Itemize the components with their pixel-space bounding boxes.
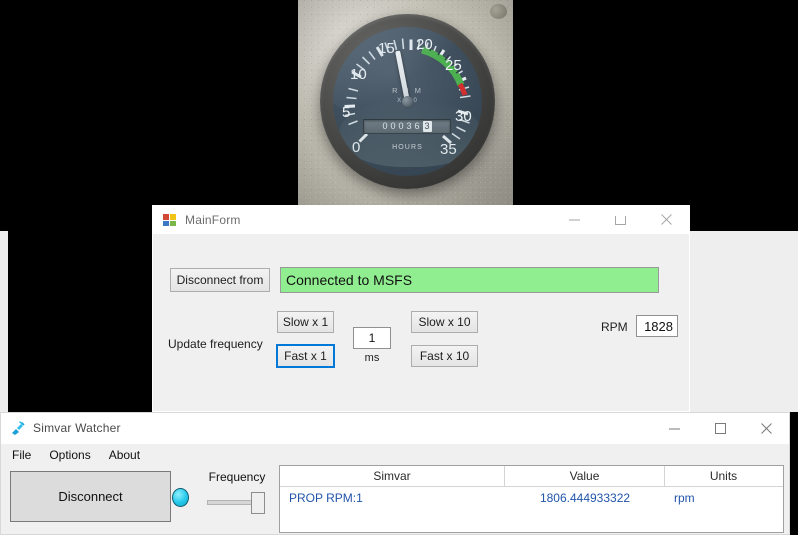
simvar-menubar: File Options About [1, 444, 789, 465]
menu-options[interactable]: Options [49, 448, 90, 462]
simvar-titlebar[interactable]: Simvar Watcher [1, 413, 789, 444]
update-frequency-label: Update frequency [168, 337, 263, 351]
frequency-slider-thumb[interactable] [251, 492, 265, 514]
disconnect-button[interactable]: Disconnect [10, 471, 171, 522]
grid-header-simvar[interactable]: Simvar [280, 466, 505, 486]
grid-header-value[interactable]: Value [505, 466, 665, 486]
simvar-grid: Simvar Value Units PROP RPM:1 1806.44493… [280, 465, 784, 533]
frequency-slider[interactable] [201, 491, 273, 513]
connection-status-text: Connected to MSFS [281, 272, 412, 288]
mainform-titlebar[interactable]: MainForm [153, 205, 689, 234]
cell-simvar: PROP RPM:1 [280, 491, 505, 505]
gauge-face: 0 5 10 15 20 25 30 35 R P M X 100 0 [333, 27, 482, 176]
menu-file[interactable]: File [12, 448, 31, 462]
simvar-minimize-icon[interactable] [651, 414, 697, 443]
blue-plug-icon [10, 420, 26, 436]
mainform-window-controls [551, 205, 689, 234]
frequency-control-group: Frequency [201, 470, 273, 513]
connection-led-indicator [172, 488, 189, 507]
grid-header-row: Simvar Value Units [280, 466, 783, 487]
mainform-maximize-icon[interactable] [597, 205, 643, 234]
mainform-body: Disconnect from Connected to MSFS Update… [153, 234, 689, 411]
mainform-window: MainForm Disconnect from Connected to MS… [152, 205, 690, 412]
desktop-background-left [0, 231, 8, 412]
gauge-glass-reflection-lower [339, 99, 482, 168]
cell-units: rpm [665, 491, 782, 505]
desktop-background-right [690, 231, 798, 412]
frequency-label: Frequency [201, 470, 273, 484]
visual-studio-form-icon [162, 212, 178, 228]
simvar-maximize-icon[interactable] [697, 414, 743, 443]
rpm-value-field[interactable]: 1828 [636, 315, 678, 337]
grid-header-units[interactable]: Units [665, 466, 782, 486]
screen-root: 0 5 10 15 20 25 30 35 R P M X 100 0 [0, 0, 798, 535]
mainform-minimize-icon[interactable] [551, 205, 597, 234]
panel-screw [490, 4, 507, 19]
simvar-title: Simvar Watcher [33, 421, 121, 435]
table-row[interactable]: PROP RPM:1 1806.444933322 rpm [280, 487, 783, 508]
mainform-close-icon[interactable] [643, 205, 689, 234]
interval-input[interactable]: 1 [353, 327, 391, 349]
simvar-body: Disconnect Frequency Simvar Value Units … [1, 465, 789, 533]
gauge-bezel: 0 5 10 15 20 25 30 35 R P M X 100 0 [320, 14, 495, 189]
cell-value: 1806.444933322 [505, 491, 665, 505]
disconnect-from-button[interactable]: Disconnect from [170, 268, 270, 292]
simvar-window-controls [651, 414, 789, 443]
simvar-watcher-window: Simvar Watcher File Options About Discon… [0, 412, 790, 535]
menu-about[interactable]: About [109, 448, 140, 462]
rpm-label: RPM [601, 320, 628, 334]
fast-x10-button[interactable]: Fast x 10 [411, 345, 478, 367]
connection-status-box: Connected to MSFS [280, 267, 659, 293]
slow-x10-button[interactable]: Slow x 10 [411, 311, 478, 333]
slow-x1-button[interactable]: Slow x 1 [277, 311, 334, 333]
simvar-close-icon[interactable] [743, 414, 789, 443]
mainform-title: MainForm [185, 213, 241, 227]
fast-x1-button[interactable]: Fast x 1 [276, 344, 335, 368]
interval-unit-label: ms [353, 352, 391, 364]
tachometer-photo: 0 5 10 15 20 25 30 35 R P M X 100 0 [298, 0, 513, 205]
